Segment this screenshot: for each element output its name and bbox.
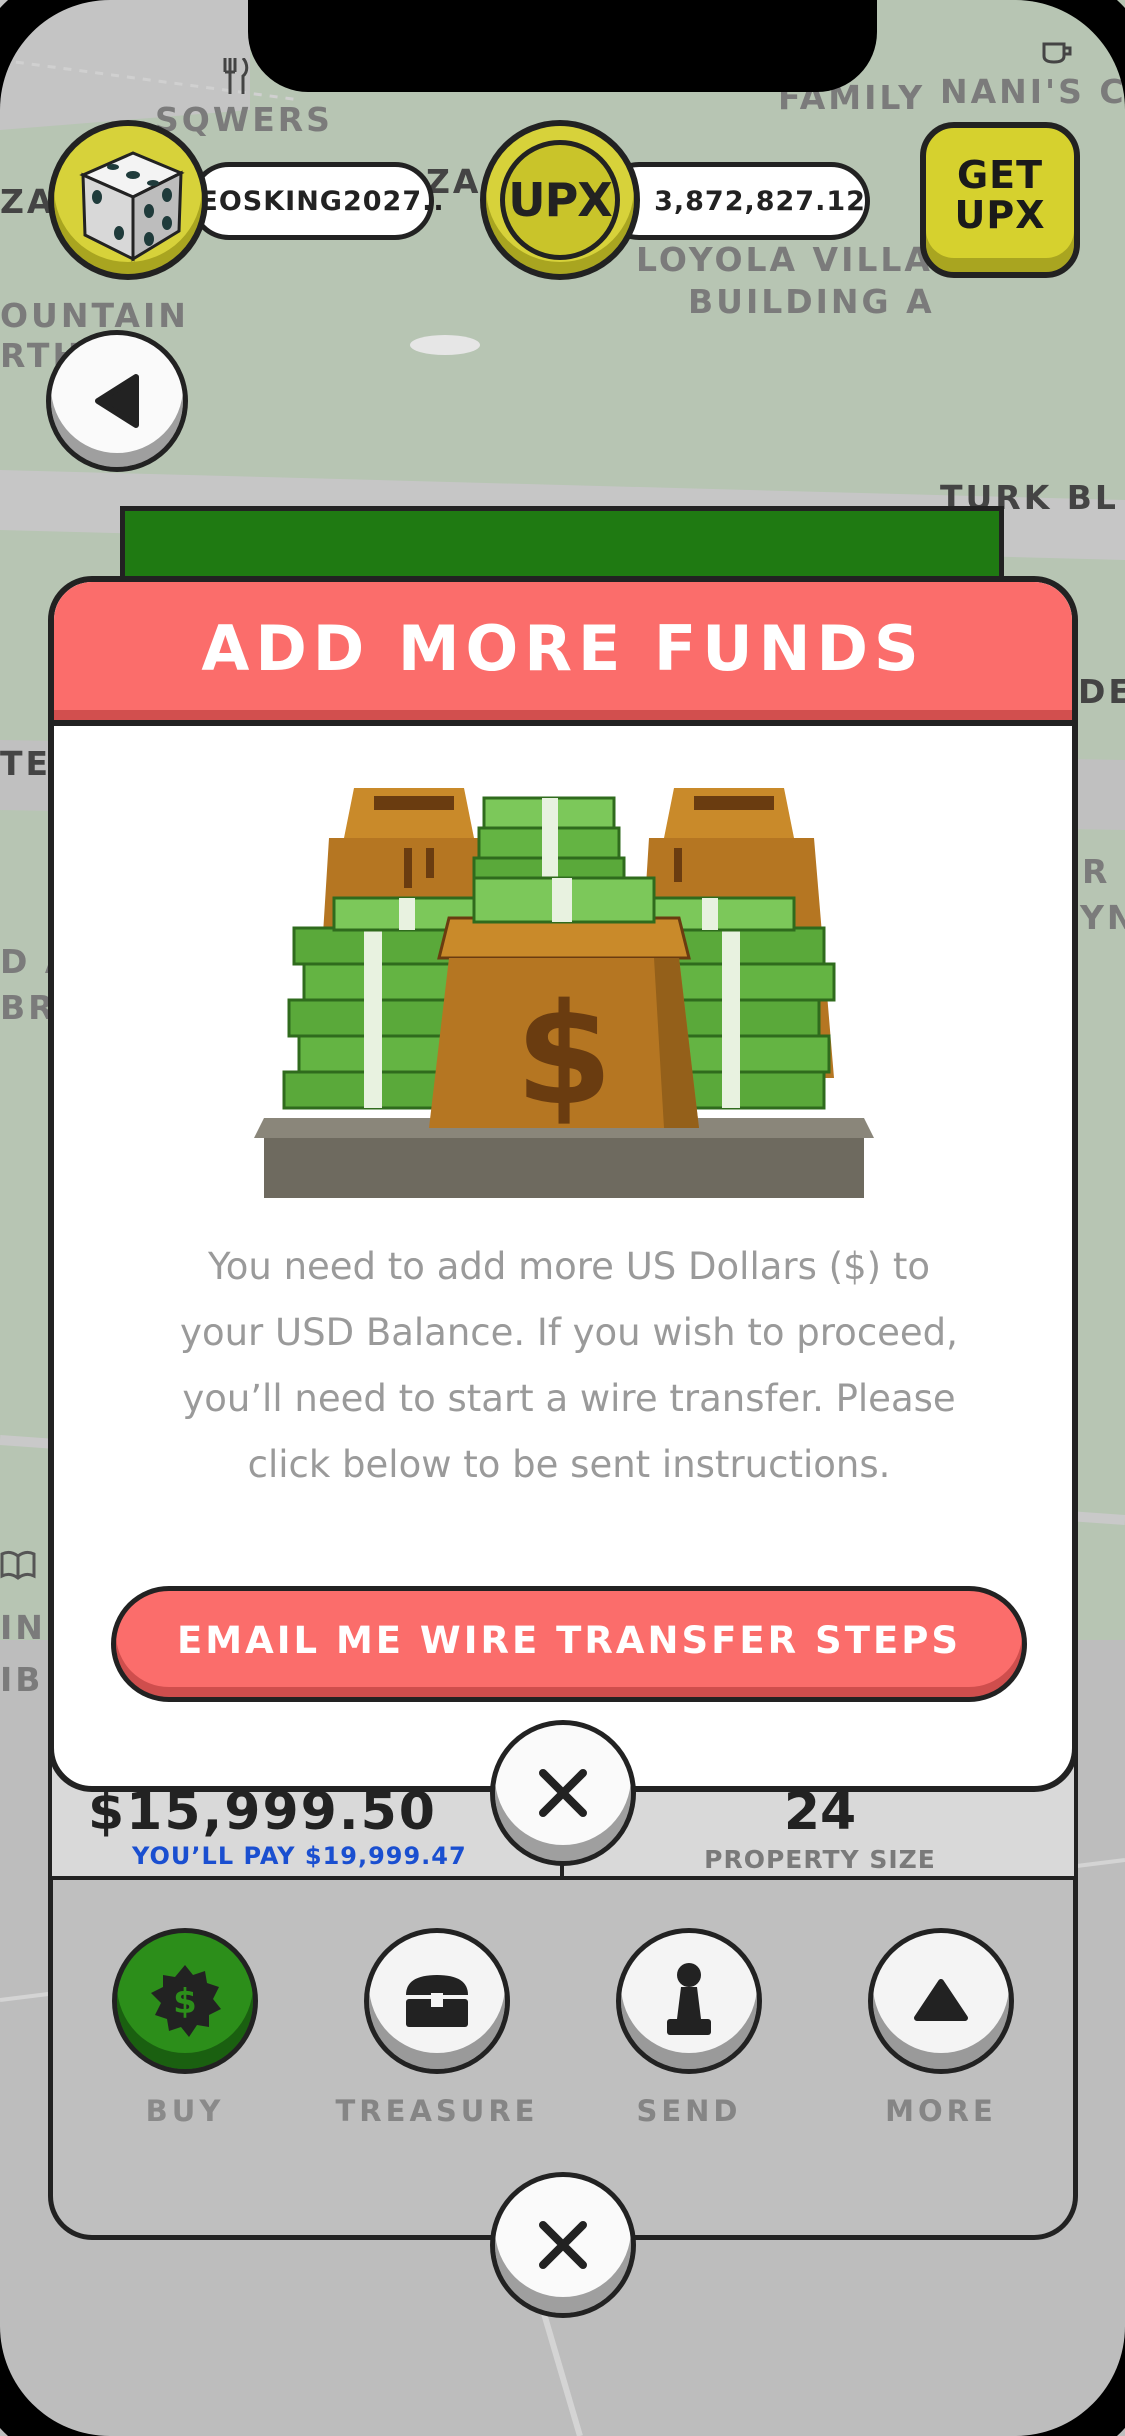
- money-bags-illustration: $: [254, 788, 874, 1198]
- upx-logo: UPX: [500, 140, 620, 260]
- you-pay-label: YOU’LL PAY $19,999.47: [132, 1842, 467, 1870]
- close-modal-button[interactable]: [490, 1720, 636, 1866]
- email-wire-transfer-label: EMAIL ME WIRE TRANSFER STEPS: [177, 1618, 961, 1662]
- send-label: SEND: [636, 2094, 742, 2128]
- send-button[interactable]: [616, 1928, 762, 2074]
- map-label: DE: [1078, 672, 1125, 711]
- map-label: BUILDING A: [688, 282, 935, 321]
- more-label: MORE: [885, 2094, 997, 2128]
- back-arrow-icon: [95, 374, 139, 428]
- device-notch: [248, 0, 877, 92]
- map-label: IB: [0, 1660, 44, 1699]
- cafe-icon: [1042, 42, 1072, 64]
- map-label: TE: [0, 744, 52, 783]
- treasure-label: TREASURE: [335, 2094, 539, 2128]
- dice-icon: [79, 151, 185, 262]
- svg-text:$: $: [173, 1982, 197, 2022]
- dollar-badge-icon: $: [151, 1965, 221, 2037]
- close-icon: [539, 2221, 587, 2269]
- username-label: EOSKING2027..: [199, 185, 445, 217]
- map-label: R: [1082, 852, 1111, 891]
- property-size-label: PROPERTY SIZE: [704, 1845, 936, 1874]
- buy-button[interactable]: $: [112, 1928, 258, 2074]
- get-upx-line1: GET: [956, 153, 1044, 197]
- upx-balance: 3,872,827.12: [654, 185, 866, 217]
- avatar[interactable]: [48, 120, 208, 280]
- close-panel-button[interactable]: [490, 2172, 636, 2318]
- treasure-chest-icon: [406, 1975, 468, 2027]
- upx-balance-pill[interactable]: 3,872,827.12: [600, 162, 870, 240]
- more-button[interactable]: [868, 1928, 1014, 2074]
- map-label: SQWERS: [155, 100, 333, 139]
- get-upx-line2: UPX: [954, 193, 1046, 237]
- modal-header: ADD MORE FUNDS: [54, 582, 1072, 726]
- modal-title: ADD MORE FUNDS: [201, 612, 925, 685]
- get-upx-button[interactable]: GET UPX: [920, 122, 1080, 278]
- username-pill[interactable]: EOSKING2027..: [190, 162, 444, 240]
- triangle-up-icon: [914, 1979, 968, 2021]
- map-label: OUNTAIN: [0, 296, 189, 335]
- email-wire-transfer-button[interactable]: EMAIL ME WIRE TRANSFER STEPS: [111, 1586, 1027, 1702]
- back-button[interactable]: [46, 330, 188, 472]
- treasure-button[interactable]: [364, 1928, 510, 2074]
- close-icon: [539, 1769, 587, 1817]
- buy-label: BUY: [145, 2094, 225, 2128]
- upx-badge[interactable]: UPX: [480, 120, 640, 280]
- modal-message: You need to add more US Dollars ($) to y…: [180, 1245, 958, 1486]
- map-label: YN: [1080, 898, 1125, 937]
- map-label: NANI'S CA: [940, 72, 1125, 111]
- book-icon: [0, 1550, 36, 1580]
- svg-text:$: $: [515, 974, 612, 1137]
- map-label: LOYOLA VILLA: [636, 240, 933, 279]
- map-label: IN: [0, 1608, 46, 1647]
- pawn-icon: [667, 1963, 711, 2035]
- restaurant-icon: [223, 58, 249, 94]
- add-funds-modal: ADD MORE FUNDS $ You need to add more US…: [48, 576, 1078, 1792]
